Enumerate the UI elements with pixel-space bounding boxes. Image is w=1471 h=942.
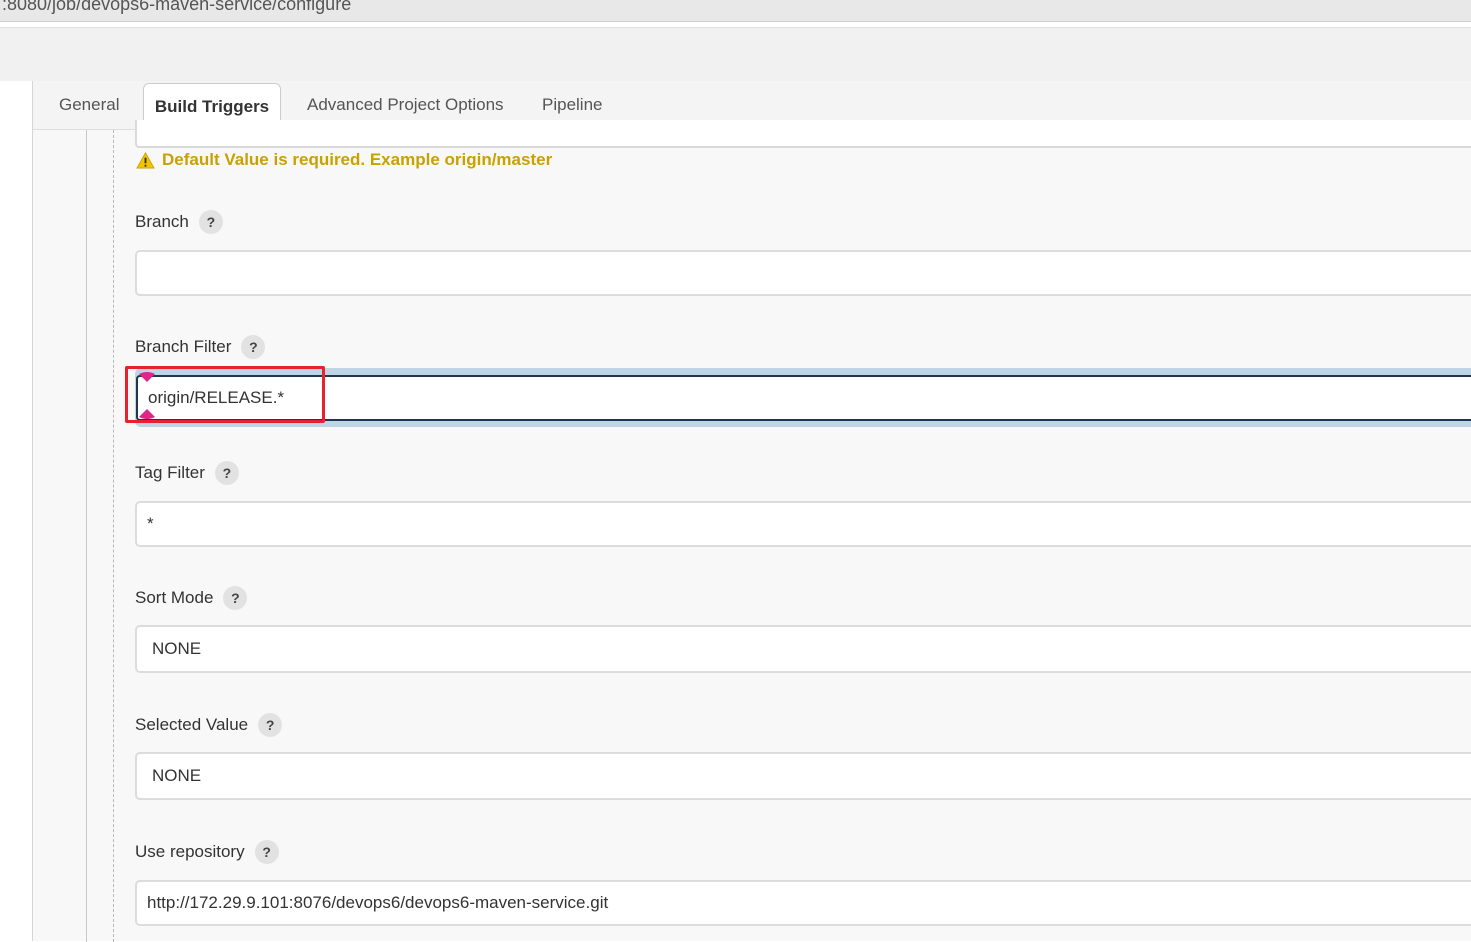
tab-pipeline[interactable]: Pipeline [542, 95, 603, 115]
branch-filter-label-text: Branch Filter [135, 337, 232, 356]
branch-filter-help-icon[interactable]: ? [241, 335, 266, 359]
selected-value-help-icon[interactable]: ? [258, 713, 283, 737]
section-divider [86, 130, 87, 942]
config-main: General Build Triggers Advanced Project … [33, 81, 1471, 942]
warning-text: Default Value is required. Example origi… [162, 150, 553, 169]
tag-filter-label-text: Tag Filter [135, 463, 205, 482]
branch-help-icon[interactable]: ? [198, 210, 223, 234]
sort-mode-help-icon[interactable]: ? [223, 586, 248, 610]
use-repository-label: Use repository ? [135, 840, 279, 864]
validation-warning: Default Value is required. Example origi… [136, 150, 552, 170]
config-panel: Default Value is required. Example origi… [33, 120, 1471, 942]
page-header [0, 27, 1471, 81]
use-repository-input[interactable]: http://172.29.9.101:8076/devops6/devops6… [135, 880, 1471, 926]
selected-value-label: Selected Value ? [135, 713, 283, 737]
tag-filter-label: Tag Filter ? [135, 461, 239, 485]
nested-section-divider [113, 130, 114, 942]
tab-advanced-project-options[interactable]: Advanced Project Options [307, 95, 504, 115]
selected-value-select[interactable]: NONE [135, 752, 1471, 800]
address-bar-url[interactable]: :8080/job/devops6-maven-service/configur… [2, 0, 351, 15]
sort-mode-label: Sort Mode ? [135, 586, 248, 610]
selected-value-label-text: Selected Value [135, 715, 249, 734]
default-value-input[interactable] [135, 120, 1471, 148]
use-repository-help-icon[interactable]: ? [254, 840, 279, 864]
sort-mode-label-text: Sort Mode [135, 588, 214, 607]
warning-icon [136, 151, 155, 169]
use-repository-label-text: Use repository [135, 842, 245, 861]
address-bar[interactable]: :8080/job/devops6-maven-service/configur… [0, 0, 1471, 22]
tag-filter-input[interactable]: * [135, 501, 1471, 547]
sort-mode-select[interactable]: NONE [135, 625, 1471, 673]
branch-filter-label: Branch Filter ? [135, 335, 266, 359]
branch-label: Branch ? [135, 210, 223, 234]
branch-input[interactable] [135, 250, 1471, 296]
tab-general[interactable]: General [59, 95, 119, 115]
branch-label-text: Branch [135, 212, 189, 231]
branch-filter-input[interactable]: origin/RELEASE.* [136, 375, 1471, 421]
tag-filter-help-icon[interactable]: ? [214, 461, 239, 485]
side-panel [0, 81, 33, 941]
